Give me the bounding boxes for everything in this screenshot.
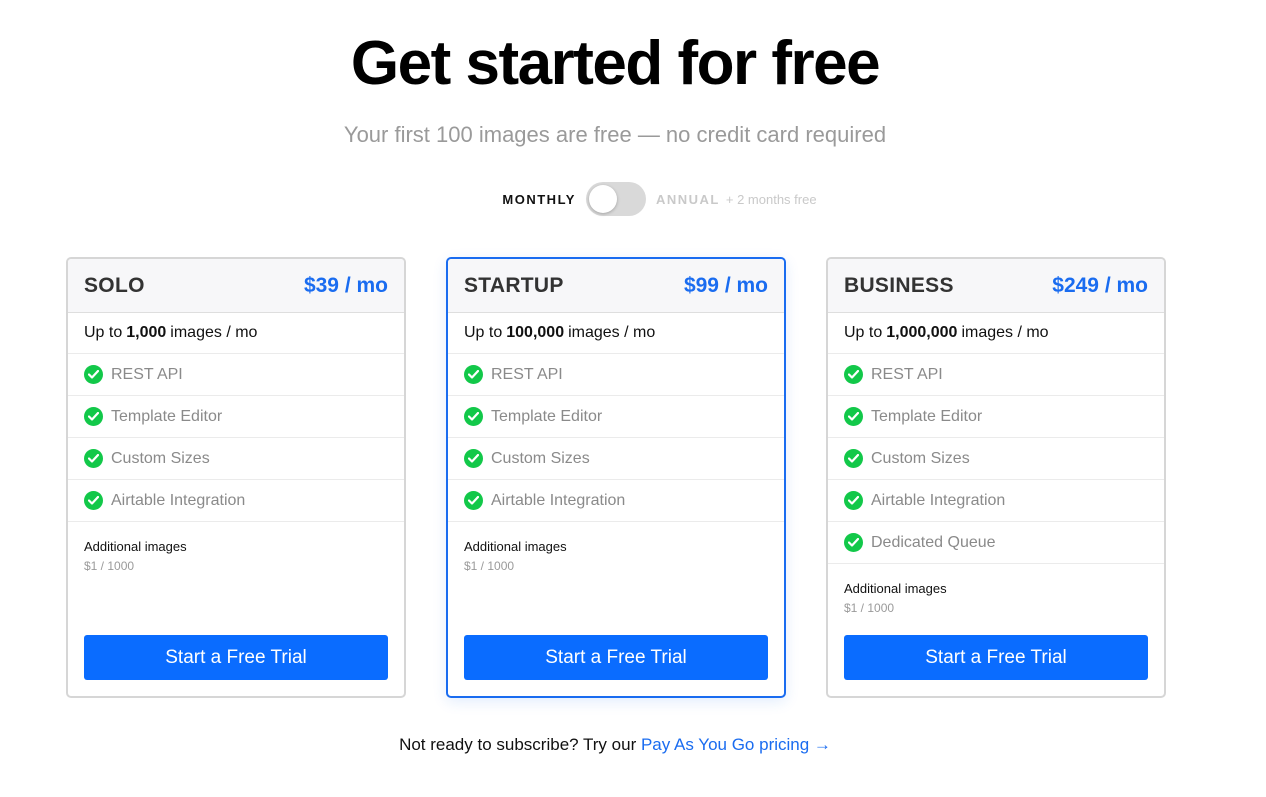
start-free-trial-button[interactable]: Start a Free Trial [844, 635, 1148, 680]
plan-name: SOLO [84, 273, 145, 297]
plan-name: STARTUP [464, 273, 564, 297]
feature-item: Template Editor [828, 396, 1164, 438]
feature-label: Airtable Integration [491, 491, 626, 509]
quota-amount: 100,000 [506, 324, 565, 341]
additional-images: Additional images $1 / 1000 [828, 564, 1164, 618]
check-circle-icon [844, 365, 863, 384]
check-circle-icon [84, 491, 103, 510]
billing-toggle: MONTHLY ANNUAL + 2 months free [0, 182, 1266, 216]
check-circle-icon [464, 449, 483, 468]
feature-item: REST API [68, 354, 404, 396]
plan-header: STARTUP $99 / mo [448, 259, 784, 313]
feature-label: Template Editor [491, 407, 603, 425]
quota-suffix: images / mo [170, 324, 258, 341]
quota-amount: 1,000,000 [886, 324, 958, 341]
pay-as-you-go-link[interactable]: Pay As You Go pricing → [641, 735, 831, 754]
plan-card-business: BUSINESS $249 / mo Up to 1,000,000 image… [826, 257, 1166, 698]
page-title: Get started for free [350, 29, 881, 98]
check-circle-icon [464, 407, 483, 426]
additional-images-title: Additional images [844, 581, 947, 596]
feature-label: Template Editor [871, 407, 983, 425]
additional-images-title: Additional images [464, 539, 567, 554]
additional-images: Additional images $1 / 1000 [448, 522, 784, 576]
feature-item: Airtable Integration [448, 480, 784, 522]
feature-label: Airtable Integration [871, 491, 1006, 509]
plan-quota: Up to 1,000 images / mo [68, 313, 404, 354]
plan-name: BUSINESS [844, 273, 954, 297]
check-circle-icon [84, 449, 103, 468]
additional-images: Additional images $1 / 1000 [68, 522, 404, 576]
billing-monthly-label[interactable]: MONTHLY [502, 192, 576, 207]
quota-prefix: Up to [84, 324, 123, 341]
pricing-page: Get started for free Your first 100 imag… [0, 0, 1266, 797]
plan-card-startup: STARTUP $99 / mo Up to 100,000 images / … [446, 257, 786, 698]
plan-price: $99 / mo [683, 273, 768, 297]
feature-label: Custom Sizes [111, 449, 210, 467]
feature-item: Dedicated Queue [828, 522, 1164, 564]
feature-label: Dedicated Queue [871, 533, 996, 551]
plan-card-solo: SOLO $39 / mo Up to 1,000 images / mo RE… [66, 257, 406, 698]
check-circle-icon [84, 365, 103, 384]
feature-label: REST API [871, 365, 943, 383]
feature-item: Custom Sizes [68, 438, 404, 480]
feature-label: Airtable Integration [111, 491, 246, 509]
check-circle-icon [464, 365, 483, 384]
billing-annual-label[interactable]: ANNUAL [656, 192, 720, 207]
check-circle-icon [84, 407, 103, 426]
plan-price: $249 / mo [1052, 273, 1148, 297]
plan-price: $39 / mo [303, 273, 388, 297]
quota-suffix: images / mo [568, 324, 656, 341]
billing-period-switch[interactable] [585, 182, 646, 216]
additional-images-price: $1 / 1000 [84, 559, 135, 573]
plan-quota: Up to 100,000 images / mo [448, 313, 784, 354]
quota-amount: 1,000 [126, 324, 167, 341]
feature-label: Template Editor [111, 407, 223, 425]
feature-item: Custom Sizes [828, 438, 1164, 480]
feature-item: REST API [828, 354, 1164, 396]
feature-item: Airtable Integration [828, 480, 1164, 522]
quota-prefix: Up to [464, 324, 503, 341]
check-circle-icon [844, 491, 863, 510]
feature-item: Custom Sizes [448, 438, 784, 480]
plan-header: SOLO $39 / mo [68, 259, 404, 313]
additional-images-price: $1 / 1000 [464, 559, 515, 573]
feature-label: REST API [111, 365, 183, 383]
annual-promo-text: + 2 months free [725, 191, 817, 207]
toggle-knob [588, 185, 617, 213]
footer-pay-as-you-go: Not ready to subscribe? Try our Pay As Y… [0, 735, 1230, 755]
start-free-trial-button[interactable]: Start a Free Trial [464, 635, 768, 680]
additional-images-price: $1 / 1000 [844, 601, 895, 615]
plan-header: BUSINESS $249 / mo [828, 259, 1164, 313]
check-circle-icon [464, 491, 483, 510]
start-free-trial-button[interactable]: Start a Free Trial [84, 635, 388, 680]
quota-suffix: images / mo [961, 324, 1049, 341]
feature-item: Template Editor [448, 396, 784, 438]
check-circle-icon [844, 407, 863, 426]
additional-images-title: Additional images [84, 539, 187, 554]
footer-text: Not ready to subscribe? Try our [399, 735, 637, 754]
feature-item: Airtable Integration [68, 480, 404, 522]
pricing-cards: SOLO $39 / mo Up to 1,000 images / mo RE… [66, 257, 1166, 698]
feature-item: Template Editor [68, 396, 404, 438]
page-subtitle: Your first 100 images are free — no cred… [343, 122, 887, 147]
plan-quota: Up to 1,000,000 images / mo [828, 313, 1164, 354]
feature-item: REST API [448, 354, 784, 396]
feature-label: REST API [491, 365, 563, 383]
feature-label: Custom Sizes [491, 449, 590, 467]
quota-prefix: Up to [844, 324, 883, 341]
check-circle-icon [844, 533, 863, 552]
feature-label: Custom Sizes [871, 449, 970, 467]
check-circle-icon [844, 449, 863, 468]
